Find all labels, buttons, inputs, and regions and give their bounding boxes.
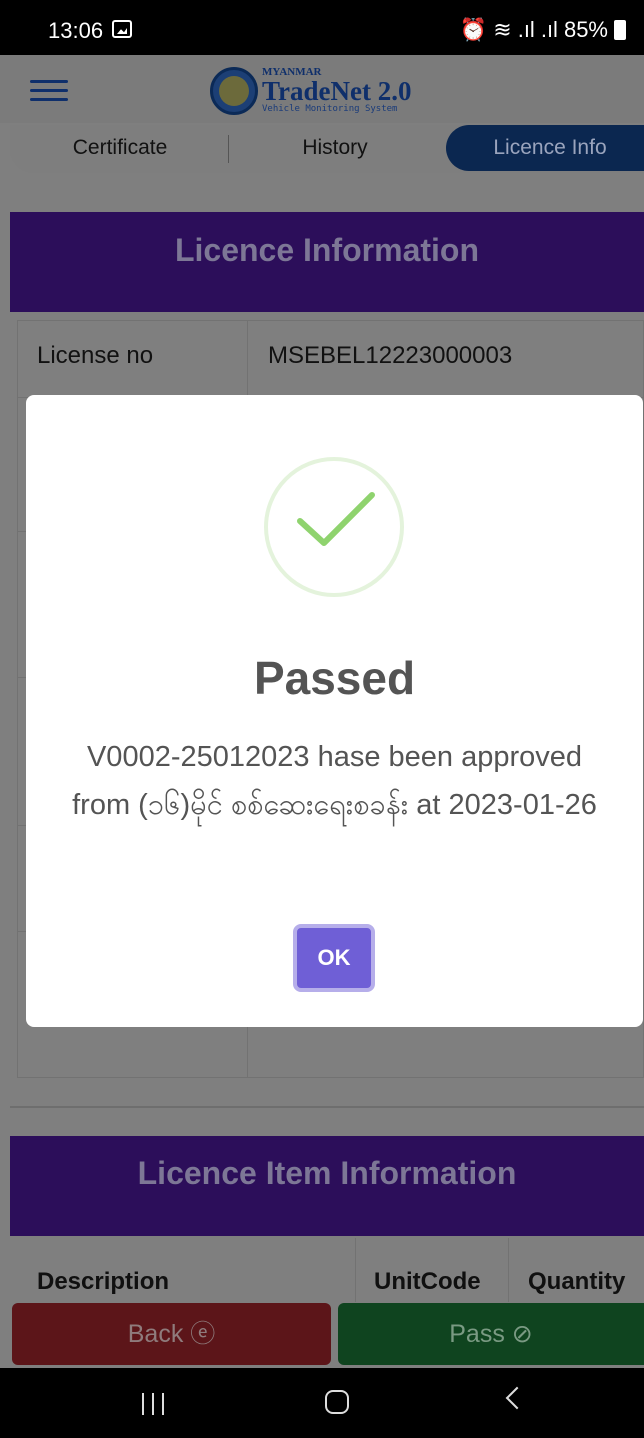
column-description: Description — [37, 1268, 170, 1295]
app-logo: MYANMAR TradeNet 2.0 Vehicle Monitoring … — [262, 66, 411, 114]
action-bar: Back ⓔ Pass ⊘ — [0, 1300, 644, 1368]
status-time: 13:06 — [48, 18, 104, 43]
app-bar: MYANMAR TradeNet 2.0 Vehicle Monitoring … — [0, 55, 644, 123]
pass-button[interactable]: Pass ⊘ — [338, 1303, 644, 1365]
item-table-header: Description UnitCode Quantity — [10, 1238, 644, 1302]
status-bar: 13:06 ⏰ ≋ .ıl .ıl 85% — [0, 0, 644, 55]
back-nav-icon[interactable] — [505, 1386, 529, 1410]
logo-name: TradeNet 2.0 — [262, 76, 412, 106]
tab-certificate[interactable]: Certificate — [30, 125, 210, 171]
home-icon[interactable] — [325, 1390, 349, 1414]
license-no-value: MSEBEL12223000003 — [268, 342, 513, 369]
logo-subtitle: Vehicle Monitoring System — [262, 104, 398, 114]
tab-divider — [228, 135, 229, 163]
status-icons: ⏰ ≋ .ıl .ıl 85% — [460, 17, 626, 43]
battery-percent: 85% — [563, 17, 608, 42]
column-unitcode: UnitCode — [374, 1268, 481, 1295]
signal-icon: .ıl — [517, 17, 535, 42]
dialog-title: Passed — [253, 652, 416, 704]
gallery-icon — [112, 20, 132, 38]
battery-icon — [614, 20, 626, 40]
wifi-icon: ≋ — [493, 17, 512, 42]
success-check-icon — [264, 457, 404, 597]
signal-icon: .ıl — [540, 17, 558, 42]
tab-bar: Certificate History Licence Info — [10, 125, 644, 173]
licence-information-header: Licence Information — [10, 212, 644, 312]
system-nav-bar — [0, 1368, 644, 1438]
recent-apps-icon[interactable] — [140, 1393, 166, 1415]
dialog-message: V0002-25012023 hase been approved from (… — [72, 741, 597, 821]
tab-history[interactable]: History — [245, 125, 425, 171]
success-dialog: Passed V0002-25012023 hase been approved… — [26, 395, 643, 1027]
tab-licence-info[interactable]: Licence Info — [446, 125, 644, 171]
license-no-label: License no — [37, 342, 154, 369]
licence-item-information-header: Licence Item Information — [10, 1136, 644, 1236]
ok-button[interactable]: OK — [293, 924, 375, 992]
column-quantity: Quantity — [528, 1268, 626, 1295]
alarm-icon: ⏰ — [459, 17, 488, 42]
back-button[interactable]: Back ⓔ — [12, 1303, 331, 1365]
menu-icon[interactable] — [30, 80, 68, 102]
tradenet-logo-icon — [210, 67, 258, 115]
